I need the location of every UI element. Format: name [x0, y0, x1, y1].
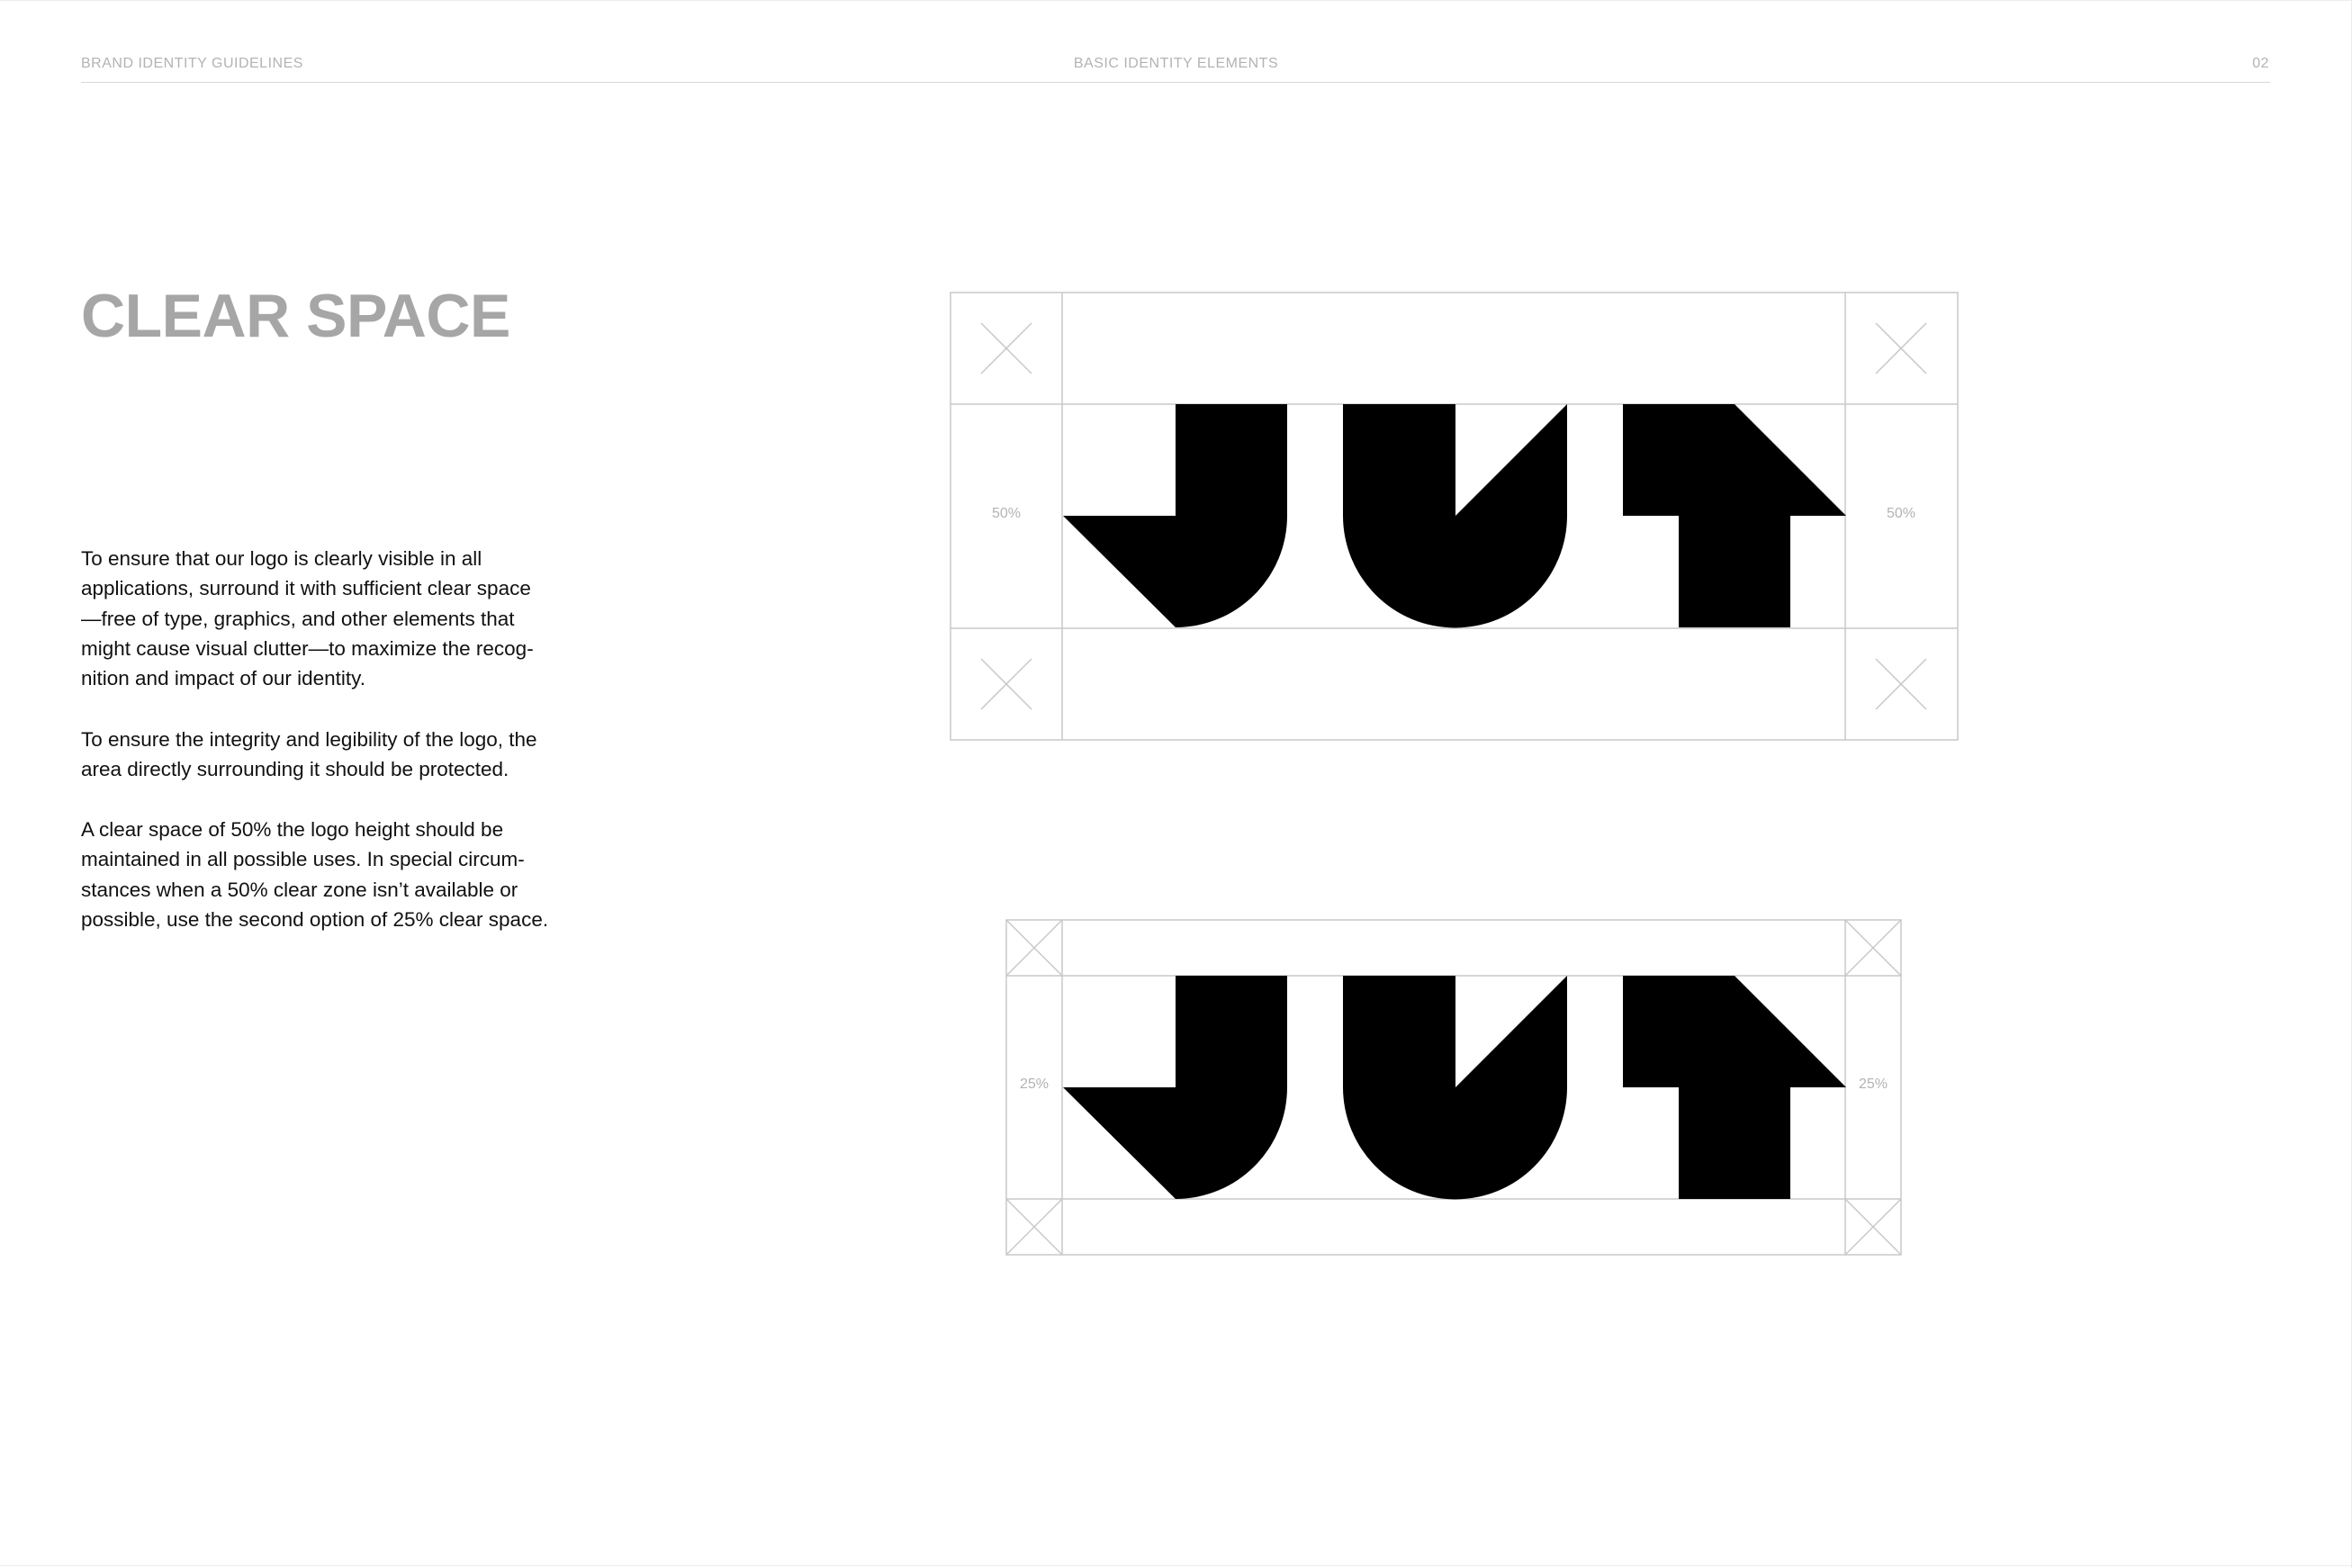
- clear-space-diagram-25: 25% 25%: [1005, 919, 1902, 1256]
- clear-space-label-right: 50%: [1887, 506, 1915, 521]
- clear-space-label-left: 25%: [1020, 1077, 1049, 1092]
- corner-cross-icon: [980, 658, 1032, 710]
- clear-space-diagrams: 50% 50% 25% 25%: [950, 292, 1959, 1256]
- jut-logo: [1063, 976, 1846, 1200]
- corner-cross-icon: [1875, 322, 1927, 374]
- clear-space-label-left: 50%: [992, 506, 1021, 521]
- clear-space-label-right: 25%: [1859, 1077, 1888, 1092]
- corner-cross-icon: [980, 322, 1032, 374]
- corner-cross-icon: [1844, 919, 1902, 977]
- clear-space-diagram-50: 50% 50%: [950, 292, 1959, 741]
- jut-logo: [1063, 404, 1846, 628]
- corner-cross-icon: [1875, 658, 1927, 710]
- corner-cross-icon: [1005, 1198, 1063, 1256]
- corner-cross-icon: [1844, 1198, 1902, 1256]
- corner-cross-icon: [1005, 919, 1063, 977]
